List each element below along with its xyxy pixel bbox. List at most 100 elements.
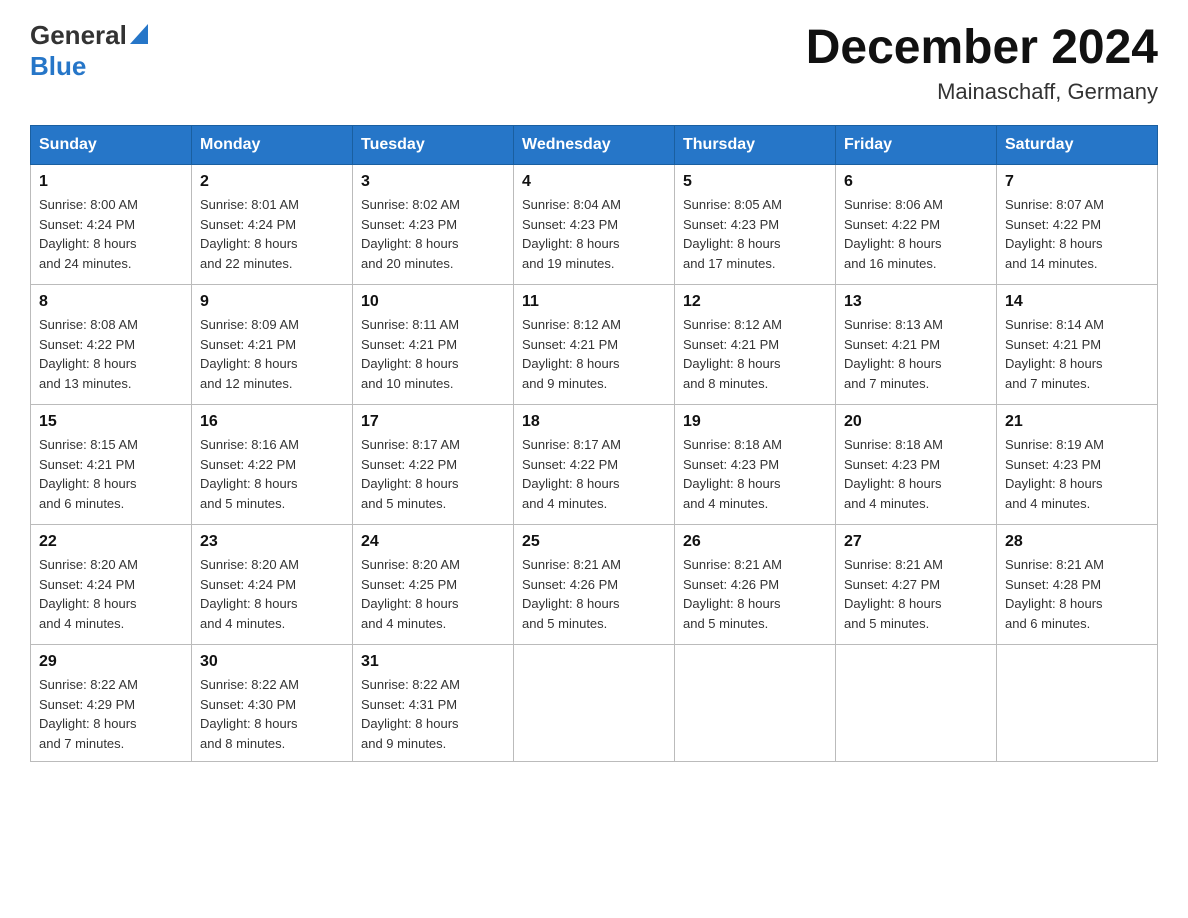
calendar-cell: 29 Sunrise: 8:22 AM Sunset: 4:29 PM Dayl… (31, 645, 192, 762)
calendar-cell (836, 645, 997, 762)
calendar-cell: 10 Sunrise: 8:11 AM Sunset: 4:21 PM Dayl… (353, 285, 514, 405)
calendar-cell (675, 645, 836, 762)
day-number: 4 (522, 173, 666, 191)
day-number: 13 (844, 293, 988, 311)
day-info: Sunrise: 8:20 AM Sunset: 4:25 PM Dayligh… (361, 555, 505, 633)
day-info: Sunrise: 8:18 AM Sunset: 4:23 PM Dayligh… (683, 435, 827, 513)
calendar-row-3: 15 Sunrise: 8:15 AM Sunset: 4:21 PM Dayl… (31, 405, 1158, 525)
day-number: 9 (200, 293, 344, 311)
calendar-cell: 18 Sunrise: 8:17 AM Sunset: 4:22 PM Dayl… (514, 405, 675, 525)
day-number: 28 (1005, 533, 1149, 551)
calendar-cell: 19 Sunrise: 8:18 AM Sunset: 4:23 PM Dayl… (675, 405, 836, 525)
calendar-row-5: 29 Sunrise: 8:22 AM Sunset: 4:29 PM Dayl… (31, 645, 1158, 762)
day-number: 3 (361, 173, 505, 191)
calendar-cell: 7 Sunrise: 8:07 AM Sunset: 4:22 PM Dayli… (997, 165, 1158, 285)
day-info: Sunrise: 8:15 AM Sunset: 4:21 PM Dayligh… (39, 435, 183, 513)
calendar-cell: 31 Sunrise: 8:22 AM Sunset: 4:31 PM Dayl… (353, 645, 514, 762)
logo-blue-text: Blue (30, 51, 86, 81)
calendar-row-2: 8 Sunrise: 8:08 AM Sunset: 4:22 PM Dayli… (31, 285, 1158, 405)
day-number: 10 (361, 293, 505, 311)
col-saturday: Saturday (997, 126, 1158, 165)
calendar-cell: 15 Sunrise: 8:15 AM Sunset: 4:21 PM Dayl… (31, 405, 192, 525)
calendar-cell: 26 Sunrise: 8:21 AM Sunset: 4:26 PM Dayl… (675, 525, 836, 645)
calendar-cell: 3 Sunrise: 8:02 AM Sunset: 4:23 PM Dayli… (353, 165, 514, 285)
day-info: Sunrise: 8:18 AM Sunset: 4:23 PM Dayligh… (844, 435, 988, 513)
day-number: 12 (683, 293, 827, 311)
day-info: Sunrise: 8:01 AM Sunset: 4:24 PM Dayligh… (200, 195, 344, 273)
day-number: 29 (39, 653, 183, 671)
day-number: 15 (39, 413, 183, 431)
day-number: 27 (844, 533, 988, 551)
day-number: 7 (1005, 173, 1149, 191)
day-info: Sunrise: 8:17 AM Sunset: 4:22 PM Dayligh… (522, 435, 666, 513)
day-number: 16 (200, 413, 344, 431)
calendar-cell: 12 Sunrise: 8:12 AM Sunset: 4:21 PM Dayl… (675, 285, 836, 405)
col-monday: Monday (192, 126, 353, 165)
day-info: Sunrise: 8:12 AM Sunset: 4:21 PM Dayligh… (683, 315, 827, 393)
calendar-cell: 25 Sunrise: 8:21 AM Sunset: 4:26 PM Dayl… (514, 525, 675, 645)
day-info: Sunrise: 8:04 AM Sunset: 4:23 PM Dayligh… (522, 195, 666, 273)
calendar-row-4: 22 Sunrise: 8:20 AM Sunset: 4:24 PM Dayl… (31, 525, 1158, 645)
calendar-cell: 22 Sunrise: 8:20 AM Sunset: 4:24 PM Dayl… (31, 525, 192, 645)
day-number: 1 (39, 173, 183, 191)
day-info: Sunrise: 8:22 AM Sunset: 4:29 PM Dayligh… (39, 675, 183, 753)
calendar-cell: 17 Sunrise: 8:17 AM Sunset: 4:22 PM Dayl… (353, 405, 514, 525)
calendar-cell: 30 Sunrise: 8:22 AM Sunset: 4:30 PM Dayl… (192, 645, 353, 762)
col-tuesday: Tuesday (353, 126, 514, 165)
calendar-cell: 14 Sunrise: 8:14 AM Sunset: 4:21 PM Dayl… (997, 285, 1158, 405)
day-number: 30 (200, 653, 344, 671)
day-info: Sunrise: 8:12 AM Sunset: 4:21 PM Dayligh… (522, 315, 666, 393)
day-info: Sunrise: 8:16 AM Sunset: 4:22 PM Dayligh… (200, 435, 344, 513)
day-number: 8 (39, 293, 183, 311)
page-header: General Blue December 2024 Mainaschaff, … (30, 20, 1158, 105)
day-info: Sunrise: 8:17 AM Sunset: 4:22 PM Dayligh… (361, 435, 505, 513)
day-info: Sunrise: 8:20 AM Sunset: 4:24 PM Dayligh… (39, 555, 183, 633)
col-sunday: Sunday (31, 126, 192, 165)
day-number: 20 (844, 413, 988, 431)
day-info: Sunrise: 8:21 AM Sunset: 4:26 PM Dayligh… (683, 555, 827, 633)
day-info: Sunrise: 8:22 AM Sunset: 4:30 PM Dayligh… (200, 675, 344, 753)
logo-general-text: General (30, 20, 127, 51)
day-number: 19 (683, 413, 827, 431)
calendar-cell: 13 Sunrise: 8:13 AM Sunset: 4:21 PM Dayl… (836, 285, 997, 405)
calendar-cell: 27 Sunrise: 8:21 AM Sunset: 4:27 PM Dayl… (836, 525, 997, 645)
day-number: 21 (1005, 413, 1149, 431)
calendar-cell: 16 Sunrise: 8:16 AM Sunset: 4:22 PM Dayl… (192, 405, 353, 525)
day-info: Sunrise: 8:07 AM Sunset: 4:22 PM Dayligh… (1005, 195, 1149, 273)
calendar-cell: 11 Sunrise: 8:12 AM Sunset: 4:21 PM Dayl… (514, 285, 675, 405)
day-info: Sunrise: 8:20 AM Sunset: 4:24 PM Dayligh… (200, 555, 344, 633)
calendar-cell (997, 645, 1158, 762)
calendar-cell: 6 Sunrise: 8:06 AM Sunset: 4:22 PM Dayli… (836, 165, 997, 285)
calendar-row-1: 1 Sunrise: 8:00 AM Sunset: 4:24 PM Dayli… (31, 165, 1158, 285)
calendar-cell: 24 Sunrise: 8:20 AM Sunset: 4:25 PM Dayl… (353, 525, 514, 645)
calendar-cell (514, 645, 675, 762)
calendar-cell: 5 Sunrise: 8:05 AM Sunset: 4:23 PM Dayli… (675, 165, 836, 285)
day-info: Sunrise: 8:05 AM Sunset: 4:23 PM Dayligh… (683, 195, 827, 273)
day-number: 17 (361, 413, 505, 431)
calendar-cell: 9 Sunrise: 8:09 AM Sunset: 4:21 PM Dayli… (192, 285, 353, 405)
day-number: 25 (522, 533, 666, 551)
calendar-table: Sunday Monday Tuesday Wednesday Thursday… (30, 125, 1158, 762)
day-number: 14 (1005, 293, 1149, 311)
day-number: 22 (39, 533, 183, 551)
col-friday: Friday (836, 126, 997, 165)
day-info: Sunrise: 8:00 AM Sunset: 4:24 PM Dayligh… (39, 195, 183, 273)
day-number: 18 (522, 413, 666, 431)
calendar-cell: 23 Sunrise: 8:20 AM Sunset: 4:24 PM Dayl… (192, 525, 353, 645)
day-info: Sunrise: 8:06 AM Sunset: 4:22 PM Dayligh… (844, 195, 988, 273)
title-section: December 2024 Mainaschaff, Germany (806, 20, 1158, 105)
day-info: Sunrise: 8:11 AM Sunset: 4:21 PM Dayligh… (361, 315, 505, 393)
day-number: 26 (683, 533, 827, 551)
month-title: December 2024 (806, 20, 1158, 75)
logo-triangle-icon (130, 24, 148, 49)
day-info: Sunrise: 8:13 AM Sunset: 4:21 PM Dayligh… (844, 315, 988, 393)
day-info: Sunrise: 8:22 AM Sunset: 4:31 PM Dayligh… (361, 675, 505, 753)
day-info: Sunrise: 8:08 AM Sunset: 4:22 PM Dayligh… (39, 315, 183, 393)
calendar-cell: 4 Sunrise: 8:04 AM Sunset: 4:23 PM Dayli… (514, 165, 675, 285)
day-number: 2 (200, 173, 344, 191)
calendar-cell: 21 Sunrise: 8:19 AM Sunset: 4:23 PM Dayl… (997, 405, 1158, 525)
day-number: 31 (361, 653, 505, 671)
location-label: Mainaschaff, Germany (806, 79, 1158, 105)
day-number: 5 (683, 173, 827, 191)
day-number: 23 (200, 533, 344, 551)
